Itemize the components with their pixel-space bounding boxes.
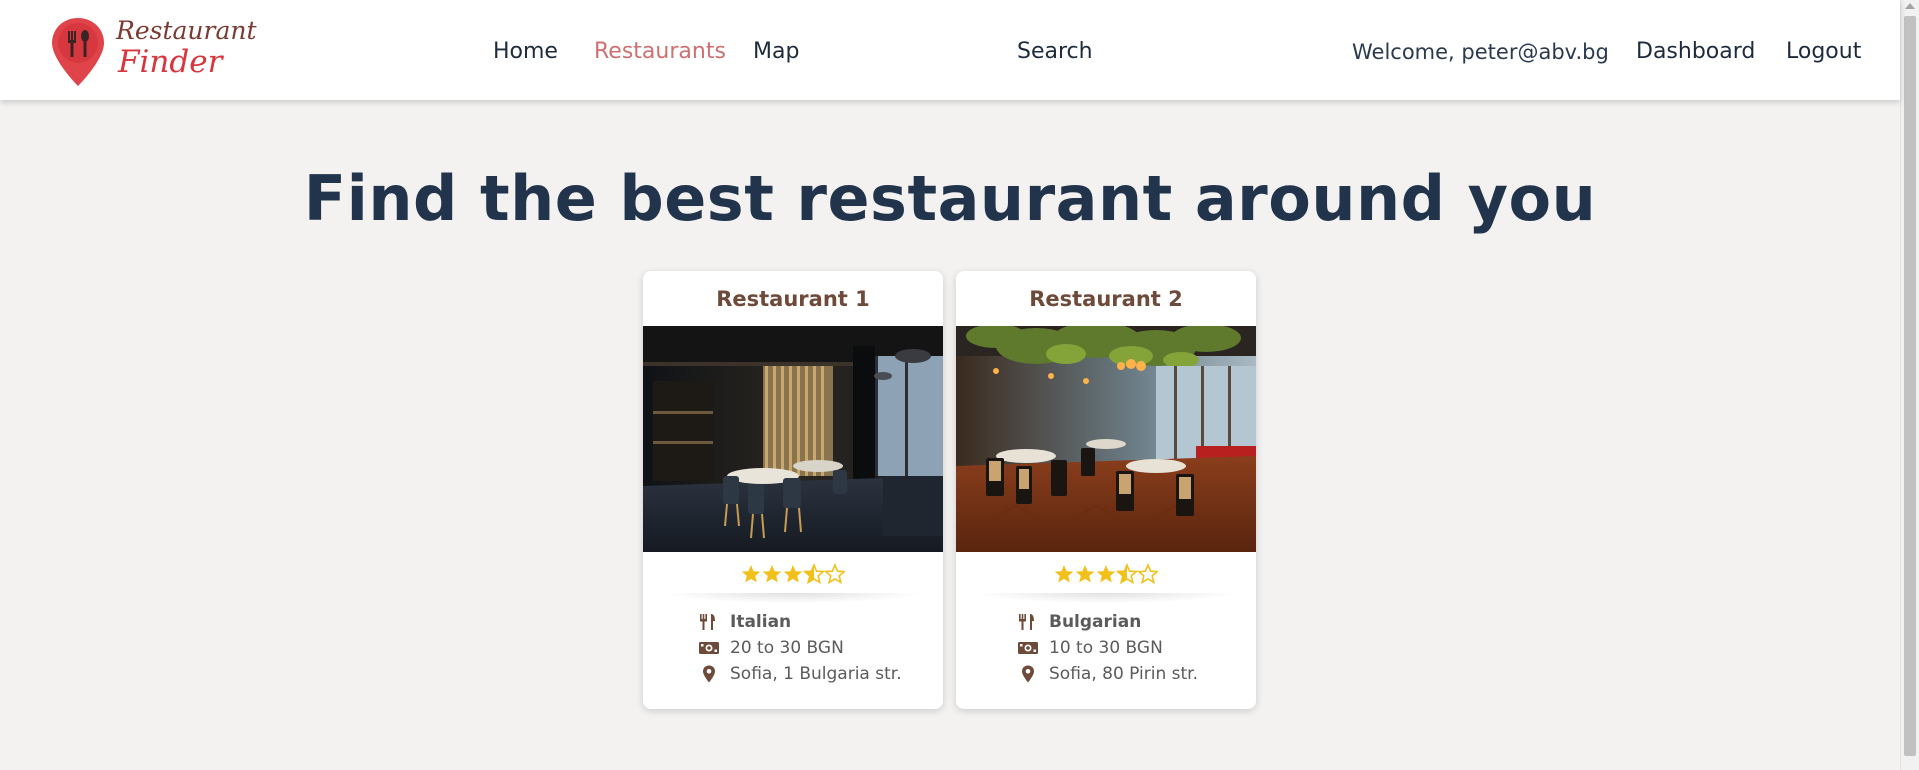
restaurant-name[interactable]: Restaurant 2 [956, 287, 1256, 311]
brand-line1: Restaurant [116, 16, 257, 45]
restaurant-card[interactable]: Restaurant 2 Bulgarian 10 to 30 BGN Sofi… [956, 271, 1256, 709]
cuisine-text: Italian [730, 612, 792, 632]
star-icon-rating [741, 564, 845, 584]
utensils-icon [1019, 614, 1034, 630]
cuisine-text: Bulgarian [1049, 612, 1142, 632]
scrollbar-thumb[interactable] [1904, 16, 1916, 756]
page-title: Find the best restaurant around you [303, 162, 1597, 235]
restaurant-interior-image [643, 326, 943, 552]
brand-name: Restaurant Finder [116, 18, 257, 78]
page: Restaurant Finder Home Restaurants Map S… [0, 0, 1919, 770]
star-icon-rating [1054, 564, 1158, 584]
map-pin-logo-icon [52, 18, 104, 86]
map-marker-icon [703, 665, 715, 683]
restaurant-interior-image [956, 326, 1256, 552]
restaurant-photo[interactable] [643, 326, 943, 552]
restaurant-card[interactable]: Restaurant 1 Italian 20 to 30 BGN Sofia,… [643, 271, 943, 709]
card-divider [661, 593, 925, 603]
card-divider [974, 593, 1238, 603]
nav-restaurants-link[interactable]: Restaurants [594, 38, 726, 66]
nav-dashboard-link[interactable]: Dashboard [1636, 38, 1755, 66]
nav-logout-link[interactable]: Logout [1786, 38, 1861, 66]
star-rating [643, 563, 943, 589]
vertical-scrollbar[interactable] [1900, 0, 1919, 770]
welcome-text: Welcome, peter@abv.bg [1352, 40, 1609, 64]
money-bill-icon [699, 642, 719, 654]
address-text: Sofia, 80 Pirin str. [1049, 664, 1199, 684]
map-marker-icon [1022, 665, 1034, 683]
scroll-up-arrow-icon[interactable] [1905, 3, 1915, 9]
restaurant-photo[interactable] [956, 326, 1256, 552]
top-navbar: Restaurant Finder Home Restaurants Map S… [0, 0, 1900, 100]
nav-search-link[interactable]: Search [1017, 38, 1093, 66]
brand-line2: Finder [118, 44, 223, 80]
money-bill-icon [1018, 642, 1038, 654]
restaurant-name[interactable]: Restaurant 1 [643, 287, 943, 311]
nav-home-link[interactable]: Home [493, 38, 558, 66]
price-text: 10 to 30 BGN [1049, 638, 1163, 658]
star-rating [956, 563, 1256, 589]
address-text: Sofia, 1 Bulgaria str. [730, 664, 902, 684]
price-text: 20 to 30 BGN [730, 638, 844, 658]
brand-logo[interactable]: Restaurant Finder [50, 16, 257, 88]
nav-map-link[interactable]: Map [753, 38, 799, 66]
utensils-icon [700, 614, 715, 630]
